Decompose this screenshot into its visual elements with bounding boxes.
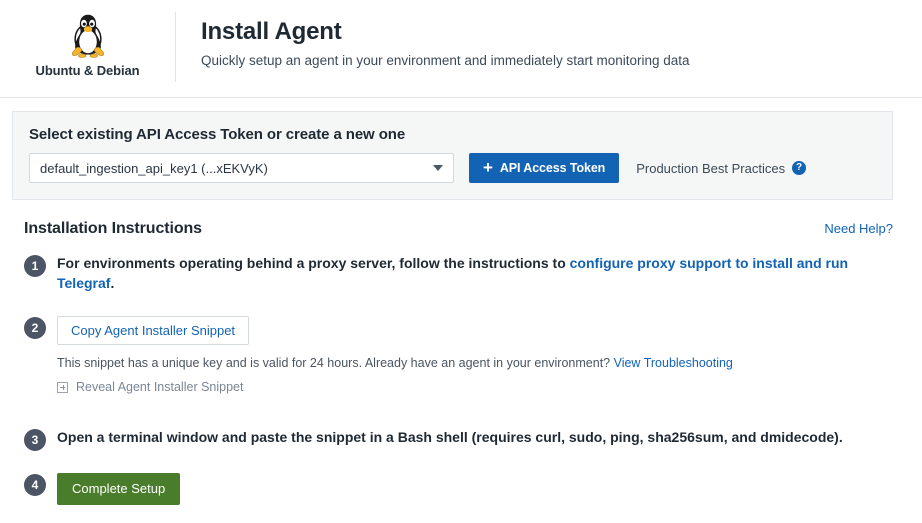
page-title: Install Agent <box>201 18 690 46</box>
instruction-step-3: 3 Open a terminal window and paste the s… <box>24 428 893 451</box>
plus-square-icon <box>57 382 68 393</box>
header-vertical-divider <box>175 12 176 82</box>
step-1-text-after: . <box>110 275 114 291</box>
create-api-access-token-label: API Access Token <box>500 161 605 175</box>
chevron-down-icon <box>433 165 443 171</box>
header-text-block: Install Agent Quickly setup an agent in … <box>175 0 690 68</box>
reveal-agent-installer-snippet-label: Reveal Agent Installer Snippet <box>76 380 243 394</box>
reveal-agent-installer-snippet-toggle[interactable]: Reveal Agent Installer Snippet <box>57 380 893 394</box>
installation-instructions-header: Installation Instructions Need Help? <box>24 220 893 238</box>
step-number-badge: 4 <box>24 474 46 496</box>
installation-instructions-title: Installation Instructions <box>24 220 202 238</box>
linux-penguin-icon <box>66 12 110 58</box>
os-platform-block: Ubuntu & Debian <box>0 0 175 78</box>
step-number-badge: 1 <box>24 255 46 277</box>
view-troubleshooting-link[interactable]: View Troubleshooting <box>614 356 733 370</box>
api-token-controls-row: default_ingestion_api_key1 (...xEKVyK) +… <box>29 153 876 183</box>
api-token-select-value: default_ingestion_api_key1 (...xEKVyK) <box>40 161 268 176</box>
step-4-body: Complete Setup <box>57 473 893 505</box>
step-2-body: Copy Agent Installer Snippet This snippe… <box>57 316 893 395</box>
need-help-link[interactable]: Need Help? <box>824 221 893 236</box>
copy-agent-installer-snippet-button[interactable]: Copy Agent Installer Snippet <box>57 316 249 346</box>
api-token-panel-title: Select existing API Access Token or crea… <box>29 126 876 143</box>
install-agent-page: Ubuntu & Debian Install Agent Quickly se… <box>0 0 922 523</box>
step-1-body: For environments operating behind a prox… <box>57 254 893 294</box>
step-3-text: Open a terminal window and paste the sni… <box>57 428 893 448</box>
production-best-practices-label: Production Best Practices <box>636 161 785 176</box>
instruction-step-1: 1 For environments operating behind a pr… <box>24 254 893 294</box>
page-subtitle: Quickly setup an agent in your environme… <box>201 53 690 68</box>
step-1-text: For environments operating behind a prox… <box>57 254 893 294</box>
step-number-badge: 3 <box>24 429 46 451</box>
create-api-access-token-button[interactable]: + API Access Token <box>469 153 619 183</box>
step-1-text-before: For environments operating behind a prox… <box>57 255 570 271</box>
step-2-note-text: This snippet has a unique key and is val… <box>57 356 614 370</box>
plus-icon: + <box>483 159 493 176</box>
step-number-badge: 2 <box>24 317 46 339</box>
instruction-step-4: 4 Complete Setup <box>24 473 893 505</box>
step-2-note: This snippet has a unique key and is val… <box>57 356 893 370</box>
step-3-body: Open a terminal window and paste the sni… <box>57 428 893 448</box>
page-header: Ubuntu & Debian Install Agent Quickly se… <box>0 0 922 98</box>
installation-instructions: Installation Instructions Need Help? 1 F… <box>24 220 893 505</box>
os-platform-label: Ubuntu & Debian <box>36 63 140 78</box>
api-token-panel: Select existing API Access Token or crea… <box>12 111 893 200</box>
instruction-step-2: 2 Copy Agent Installer Snippet This snip… <box>24 316 893 395</box>
question-mark-icon[interactable]: ? <box>792 161 806 175</box>
api-token-select[interactable]: default_ingestion_api_key1 (...xEKVyK) <box>29 153 454 183</box>
complete-setup-button[interactable]: Complete Setup <box>57 473 180 505</box>
production-best-practices[interactable]: Production Best Practices ? <box>636 161 806 176</box>
